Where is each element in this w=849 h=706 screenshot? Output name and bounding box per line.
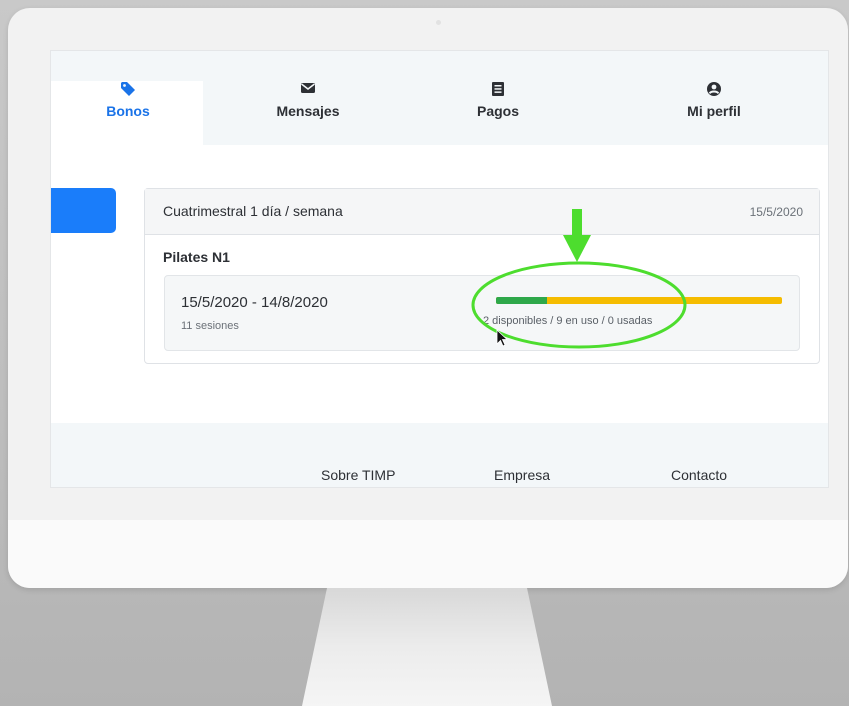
camera-dot <box>436 20 441 25</box>
user-circle-icon <box>634 81 794 101</box>
session-count: 11 sesiones <box>181 320 239 332</box>
class-name: Pilates N1 <box>163 249 230 265</box>
top-nav: Bonos Mensajes Pagos Mi perfil <box>51 51 828 145</box>
tab-label: Pagos <box>476 103 519 119</box>
envelope-icon <box>228 81 388 101</box>
tab-mi-perfil[interactable]: Mi perfil <box>634 81 794 119</box>
monitor-frame: Bonos Mensajes Pagos Mi perfil Cuatrimes… <box>8 8 848 588</box>
monitor-chin <box>8 520 848 588</box>
sessions-usage-text: 2 disponibles / 9 en uso / 0 usadas <box>483 315 653 327</box>
card-date: 15/5/2020 <box>749 205 803 219</box>
footer-link-contacto[interactable]: Contacto <box>671 467 727 483</box>
available-sessions-fill <box>496 297 548 304</box>
tab-mensajes[interactable]: Mensajes <box>228 81 388 119</box>
side-action-button[interactable] <box>51 188 116 233</box>
card-header: Cuatrimestral 1 día / semana 15/5/2020 <box>145 189 819 235</box>
tab-label: Bonos <box>106 103 150 119</box>
footer: Sobre TIMP Empresa Contacto <box>51 423 828 487</box>
receipt-icon <box>418 81 578 101</box>
tab-pagos[interactable]: Pagos <box>418 81 578 119</box>
bono-card: Cuatrimestral 1 día / semana 15/5/2020 P… <box>144 188 820 364</box>
sessions-progress-bar <box>496 297 782 304</box>
period-range: 15/5/2020 - 14/8/2020 <box>181 294 328 311</box>
period-row[interactable]: 15/5/2020 - 14/8/2020 11 sesiones 2 disp… <box>164 275 800 351</box>
app-screen: Bonos Mensajes Pagos Mi perfil Cuatrimes… <box>50 50 829 488</box>
tab-label: Mi perfil <box>687 103 741 119</box>
tab-label: Mensajes <box>276 103 340 119</box>
footer-link-empresa[interactable]: Empresa <box>494 467 550 483</box>
footer-link-sobre-timp[interactable]: Sobre TIMP <box>321 467 395 483</box>
tab-bonos[interactable]: Bonos <box>51 81 208 119</box>
tag-icon <box>51 81 208 101</box>
monitor-stand <box>302 588 552 706</box>
card-title: Cuatrimestral 1 día / semana <box>163 203 343 219</box>
